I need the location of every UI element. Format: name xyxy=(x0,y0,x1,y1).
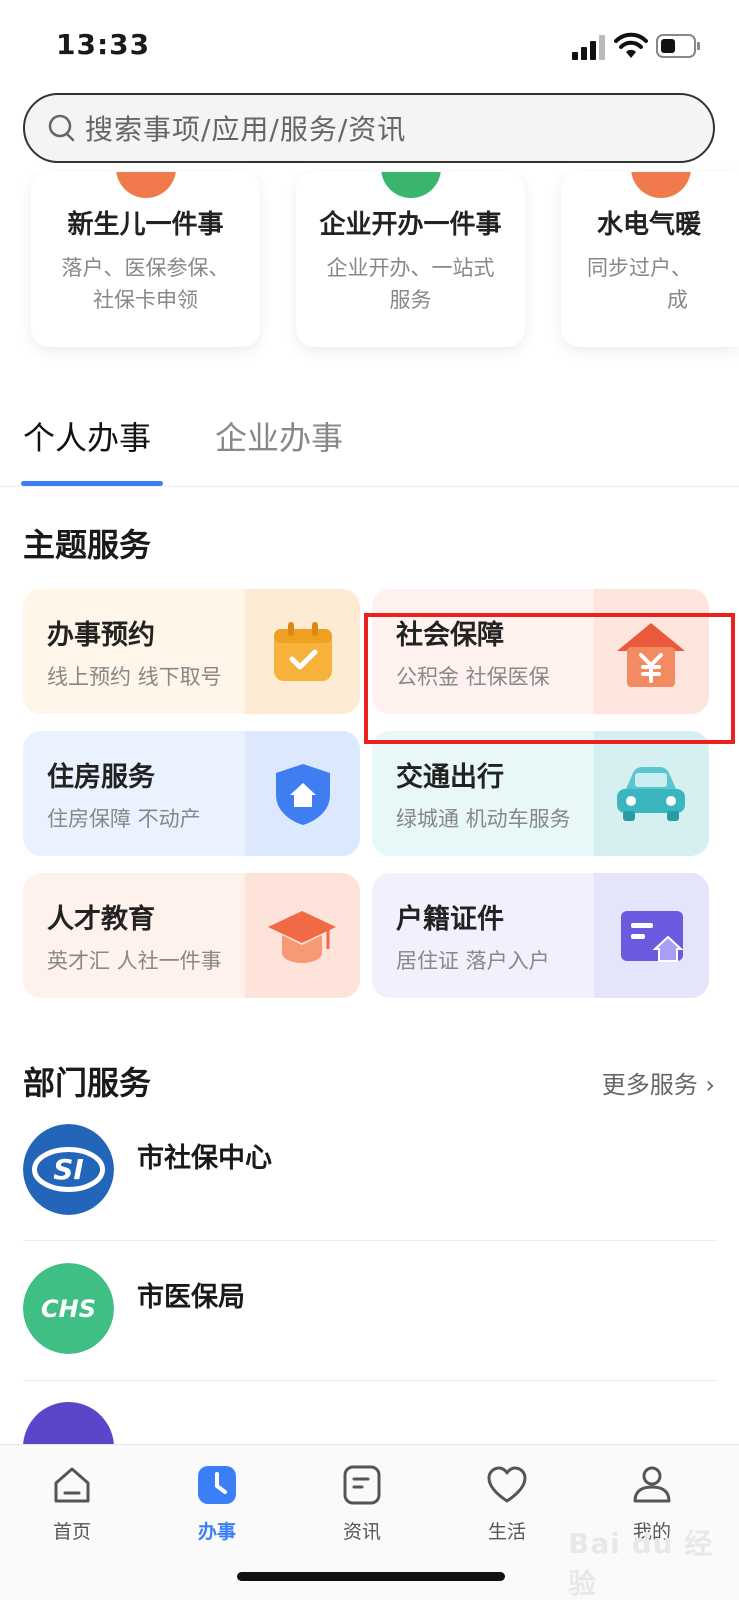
tab-personal[interactable]: 个人办事 xyxy=(23,413,151,459)
section-title-dept: 部门服务 xyxy=(23,1064,152,1102)
chs-logo-icon: CHS xyxy=(23,1263,114,1354)
car-icon xyxy=(617,767,685,821)
dept-name: 市医保局 xyxy=(137,1282,245,1313)
home-icon xyxy=(54,1467,90,1503)
card-title: 人才教育 xyxy=(47,904,155,935)
section-title-theme: 主题服务 xyxy=(23,526,152,564)
card-subtitle: 线上预约 线下取号 xyxy=(47,665,222,689)
divider xyxy=(23,1380,717,1381)
theme-card-household[interactable]: 户籍证件 居住证 落户入户 xyxy=(372,873,709,998)
more-services-link[interactable]: 更多服务 › xyxy=(602,1065,715,1100)
tab-indicator xyxy=(21,481,163,486)
card-title: 户籍证件 xyxy=(396,904,504,935)
nav-news[interactable]: 资讯 xyxy=(317,1463,407,1544)
calendar-check-icon xyxy=(274,622,332,681)
dept-name: 市社保中心 xyxy=(137,1143,272,1174)
watermark: Bai du 经验 xyxy=(568,1527,714,1600)
promo-title: 企业开办一件事 xyxy=(319,210,502,240)
highlight-box xyxy=(364,613,735,744)
battery-icon xyxy=(656,34,700,58)
shield-house-icon xyxy=(276,764,330,825)
promo-card-utilities[interactable]: 水电气暖 同步过户、成 xyxy=(561,172,739,347)
card-title: 住房服务 xyxy=(47,762,155,793)
promo-icon xyxy=(115,172,176,198)
promo-subtitle: 企业开办、一站式 服务 xyxy=(326,256,495,312)
svg-text:CHS: CHS xyxy=(41,1295,96,1323)
cellular-signal-icon xyxy=(572,35,605,60)
dept-item-medical-insurance[interactable]: CHS 市医保局 xyxy=(23,1263,717,1403)
promo-subtitle: 同步过户、成 xyxy=(587,256,692,312)
card-subtitle: 绿城通 机动车服务 xyxy=(396,807,571,831)
user-icon xyxy=(633,1466,671,1503)
card-subtitle: 英才汇 人社一件事 xyxy=(47,949,222,973)
chevron-right-icon: › xyxy=(705,1071,715,1099)
svg-text:SI: SI xyxy=(53,1153,84,1186)
theme-card-education[interactable]: 人才教育 英才汇 人社一件事 xyxy=(23,873,360,998)
card-subtitle: 住房保障 不动产 xyxy=(47,807,201,831)
heart-icon xyxy=(487,1466,527,1503)
promo-icon xyxy=(631,172,691,198)
theme-card-housing[interactable]: 住房服务 住房保障 不动产 xyxy=(23,731,360,856)
home-indicator[interactable] xyxy=(237,1572,505,1581)
nav-services[interactable]: 办事 xyxy=(172,1463,262,1544)
promo-title: 水电气暖 xyxy=(597,210,702,240)
status-time: 13:33 xyxy=(56,28,151,61)
status-bar: 13:33 xyxy=(0,0,739,92)
theme-card-transport[interactable]: 交通出行 绿城通 机动车服务 xyxy=(372,731,709,856)
social-security-logo-icon: SI xyxy=(23,1124,114,1215)
promo-subtitle: 落户、医保参保、 社保卡申领 xyxy=(61,256,230,312)
search-placeholder: 搜索事项/应用/服务/资讯 xyxy=(85,113,407,146)
wifi-icon xyxy=(614,32,648,58)
document-icon xyxy=(343,1465,381,1505)
dept-item-social-security-center[interactable]: SI 市社保中心 xyxy=(23,1124,717,1264)
divider xyxy=(23,1240,717,1241)
card-title: 交通出行 xyxy=(396,762,504,793)
card-subtitle: 居住证 落户入户 xyxy=(396,949,550,973)
nav-life[interactable]: 生活 xyxy=(462,1463,552,1544)
nav-home[interactable]: 首页 xyxy=(27,1463,117,1544)
theme-card-appointment[interactable]: 办事预约 线上预约 线下取号 xyxy=(23,589,360,714)
promo-icon xyxy=(380,172,441,198)
promo-title: 新生儿一件事 xyxy=(67,210,224,240)
tab-enterprise[interactable]: 企业办事 xyxy=(215,413,343,459)
promo-card-newborn[interactable]: 新生儿一件事 落户、医保参保、 社保卡申领 xyxy=(31,172,260,347)
promo-card-business[interactable]: 企业开办一件事 企业开办、一站式 服务 xyxy=(296,172,525,347)
card-title: 办事预约 xyxy=(47,620,155,651)
service-tabs: 个人办事 企业办事 xyxy=(0,405,739,487)
id-card-icon xyxy=(621,911,684,962)
search-icon xyxy=(48,114,75,142)
clock-icon xyxy=(198,1466,236,1504)
search-bar[interactable]: 搜索事项/应用/服务/资讯 xyxy=(23,93,715,163)
graduation-cap-icon xyxy=(268,911,336,963)
